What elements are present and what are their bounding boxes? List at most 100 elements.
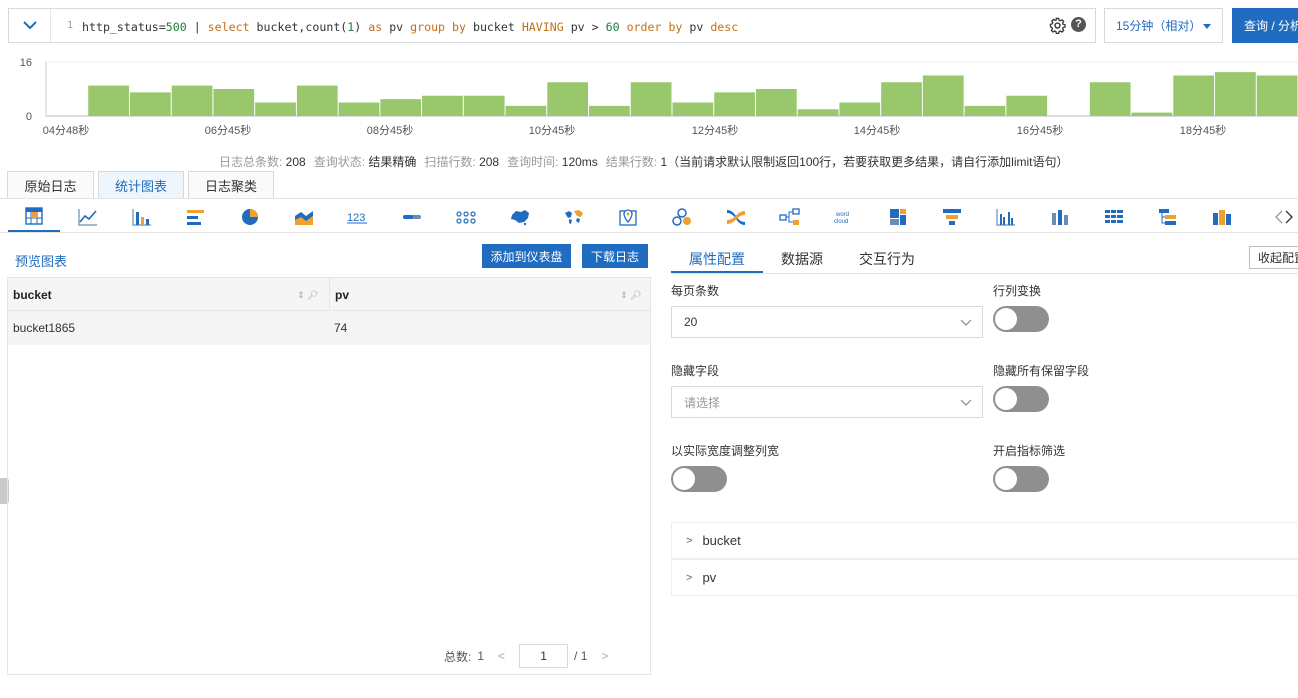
histogram-bar[interactable] [380, 99, 422, 116]
help-icon[interactable]: ? [1071, 17, 1086, 32]
preview-chart-title: 预览图表 [15, 254, 68, 269]
hide-fields-select[interactable]: 请选择 [671, 386, 983, 418]
cross-table-icon[interactable] [1088, 201, 1140, 232]
chevron-right-icon[interactable] [1284, 210, 1294, 224]
auto-width-toggle[interactable] [671, 466, 727, 492]
tab-statistics-chart[interactable]: 统计图表 [98, 171, 184, 199]
histogram-bar[interactable] [129, 92, 171, 116]
page-number-input[interactable] [519, 644, 569, 668]
sort-filter-icon[interactable]: ⇕ 🔎︎ [297, 290, 318, 301]
table-row[interactable]: bucket1865 74 [8, 311, 650, 345]
divider [671, 273, 1298, 274]
histogram-bar[interactable] [255, 102, 296, 117]
column-header-bucket[interactable]: bucket [8, 278, 328, 311]
histogram-bar[interactable] [171, 85, 213, 116]
histogram-bar[interactable] [213, 89, 255, 116]
histogram-bar[interactable] [589, 105, 630, 116]
histogram-bar[interactable] [1256, 75, 1298, 117]
time-range-select[interactable]: 15分钟（相对） [1104, 8, 1223, 43]
gear-icon[interactable] [1049, 17, 1066, 34]
grouped-column-icon[interactable] [980, 201, 1032, 232]
histogram-bar[interactable] [88, 85, 129, 116]
column-header-pv[interactable]: pv [329, 278, 650, 311]
column-chart-icon[interactable] [116, 201, 168, 232]
treemap-icon[interactable] [872, 201, 924, 232]
tab-property-config[interactable]: 属性配置 [689, 249, 745, 269]
china-map-icon[interactable] [494, 201, 546, 232]
query-token: as [368, 20, 383, 34]
chevron-left-icon[interactable] [1270, 201, 1298, 232]
histogram-bar[interactable] [922, 75, 964, 117]
dot-matrix-icon[interactable] [440, 201, 492, 232]
add-to-dashboard-button[interactable]: 添加到仪表盘 [482, 244, 571, 268]
histogram-bar[interactable] [1089, 82, 1131, 116]
histogram-bar[interactable] [422, 95, 463, 116]
tab-raw-logs[interactable]: 原始日志 [7, 171, 94, 199]
hide-reserved-label: 隐藏所有保留字段 [993, 364, 1090, 378]
download-logs-button[interactable]: 下载日志 [582, 244, 648, 268]
comparison-column-icon[interactable] [1034, 201, 1086, 232]
histogram-bar[interactable] [505, 105, 547, 116]
hide-fields-placeholder: 请选择 [684, 395, 721, 410]
map-pin-icon[interactable] [602, 201, 654, 232]
histogram-bar[interactable] [964, 105, 1006, 116]
page-size-select[interactable]: 20 [671, 306, 983, 338]
toggle-knob [673, 468, 695, 490]
histogram-bar[interactable] [1173, 75, 1215, 117]
histogram-bar[interactable] [463, 95, 505, 116]
histogram-bar[interactable] [881, 82, 922, 116]
hide-fields-label: 隐藏字段 [671, 364, 720, 378]
log-histogram-chart[interactable]: 16 0 04分48秒 06分45秒 08分45秒 10分45秒 12分45秒 14分45秒… [0, 50, 1298, 145]
area-chart-icon[interactable] [278, 201, 330, 232]
collapse-query-button[interactable] [9, 9, 51, 42]
histogram-bar[interactable] [338, 102, 380, 117]
single-value-icon[interactable]: 123 [332, 201, 384, 232]
table-chart-icon[interactable] [8, 201, 60, 232]
histogram-bar[interactable] [1006, 95, 1048, 116]
chevron-down-icon [22, 21, 37, 30]
prev-page-icon[interactable]: < [498, 649, 505, 663]
query-editor[interactable]: 1 http_status=500 | select bucket,count(… [8, 8, 1096, 43]
tab-data-source[interactable]: 数据源 [781, 249, 823, 269]
stat-value: 1（当前请求默认限制返回100行，若要获取更多结果，请自行添加limit语句） [660, 155, 1069, 169]
pie-chart-icon[interactable] [224, 201, 276, 232]
histogram-bar[interactable] [547, 82, 589, 116]
query-token: | [186, 20, 208, 34]
histogram-bar[interactable] [672, 102, 714, 117]
tree-table-icon[interactable] [1142, 201, 1194, 232]
histogram-bar[interactable] [797, 109, 839, 116]
collapse-config-button[interactable]: 收起配置 [1249, 246, 1298, 269]
topology-icon[interactable] [764, 201, 816, 232]
page-size-value: 20 [684, 315, 698, 329]
transpose-toggle[interactable] [993, 306, 1049, 332]
progress-bar-icon[interactable] [386, 201, 438, 232]
world-map-icon[interactable] [548, 201, 600, 232]
funnel-chart-icon[interactable] [926, 201, 978, 232]
hide-reserved-toggle[interactable] [993, 386, 1049, 412]
histogram-bar[interactable] [630, 82, 672, 116]
histogram-bar[interactable] [839, 102, 881, 117]
histogram-bar[interactable] [296, 85, 338, 116]
field-config-pv[interactable]: > pv [671, 559, 1298, 596]
field-config-bucket[interactable]: > bucket [671, 522, 1298, 559]
histogram-bar[interactable] [714, 92, 755, 116]
histogram-bar[interactable] [1131, 112, 1173, 116]
tab-log-clustering[interactable]: 日志聚类 [188, 171, 274, 199]
next-page-icon[interactable]: > [601, 649, 608, 663]
sankey-chart-icon[interactable] [710, 201, 762, 232]
sort-filter-icon[interactable]: ⇕ 🔎︎ [620, 290, 641, 301]
flow-chart-icon[interactable] [656, 201, 708, 232]
line-chart-icon[interactable] [62, 201, 114, 232]
stat-value: 208 [479, 155, 500, 169]
query-text[interactable]: http_status=500 | select bucket,count(1)… [82, 20, 738, 34]
word-cloud-icon[interactable]: word cloud [818, 201, 870, 232]
metric-filter-toggle[interactable] [993, 466, 1049, 492]
histogram-bar[interactable] [755, 89, 797, 116]
metric-filter-label: 开启指标筛选 [993, 444, 1066, 458]
map-bar-icon[interactable] [1196, 201, 1248, 232]
query-token: bucket,count( [249, 20, 348, 34]
histogram-bar[interactable] [1215, 72, 1256, 116]
bar-chart-icon[interactable] [170, 201, 222, 232]
query-analyze-button[interactable]: 查询 / 分析 [1232, 8, 1298, 43]
tab-interaction[interactable]: 交互行为 [859, 249, 915, 269]
